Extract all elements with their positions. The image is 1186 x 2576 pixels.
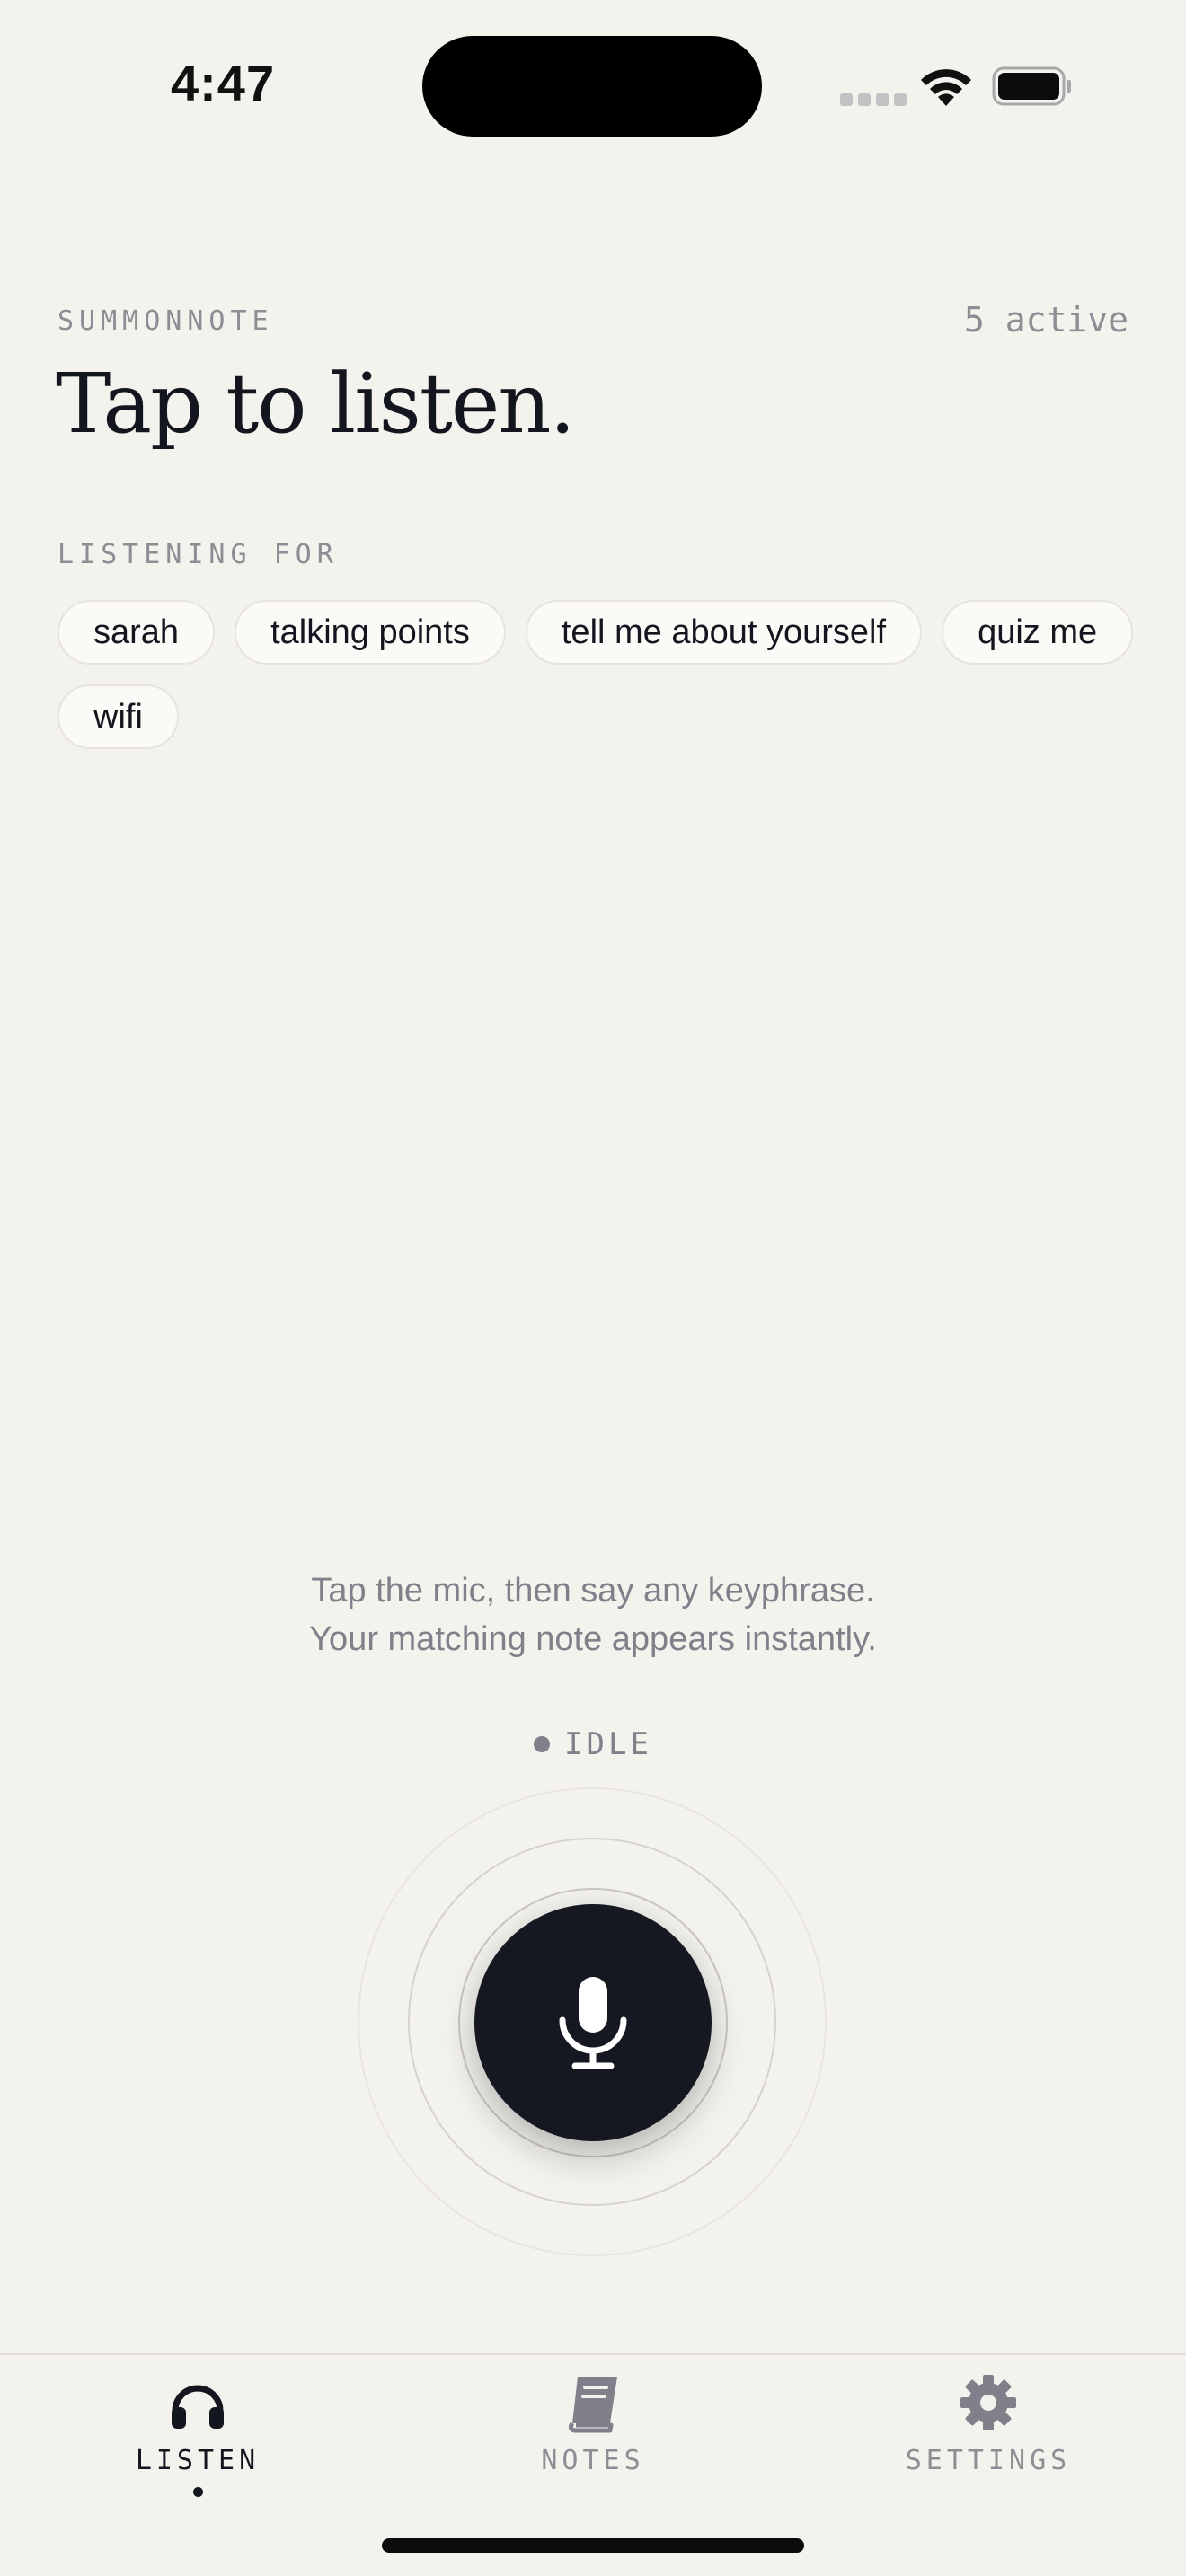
microphone-icon <box>559 1977 627 2069</box>
battery-icon <box>992 66 1071 106</box>
mic-button[interactable] <box>474 1904 712 2141</box>
keyphrase-chip[interactable]: wifi <box>58 684 179 749</box>
cellular-signal-icon <box>840 93 907 106</box>
dynamic-island <box>422 36 762 137</box>
book-icon <box>568 2377 617 2433</box>
keyphrase-chip[interactable]: talking points <box>235 600 506 665</box>
page-title: Tap to listen. <box>56 356 576 452</box>
tab-notes[interactable]: NOTES <box>458 2371 728 2476</box>
keyphrase-chip[interactable]: sarah <box>58 600 216 665</box>
keyphrase-chips: sarah talking points tell me about yours… <box>58 600 1136 749</box>
keyphrase-chip[interactable]: tell me about yourself <box>525 600 923 665</box>
instruction-line-2: Your matching note appears instantly. <box>309 1620 877 1658</box>
headphones-icon <box>172 2385 224 2429</box>
tab-settings[interactable]: SETTINGS <box>854 2371 1123 2476</box>
keyphrase-chip[interactable]: quiz me <box>942 600 1134 665</box>
gear-icon <box>960 2375 1016 2430</box>
listening-state: IDLE <box>0 1726 1186 1762</box>
tab-listen[interactable]: LISTEN <box>63 2371 332 2497</box>
state-dot-icon <box>534 1736 551 1752</box>
status-time: 4:47 <box>171 55 276 111</box>
instruction-line-1: Tap the mic, then say any keyphrase. <box>311 1572 875 1610</box>
home-indicator <box>382 2538 804 2553</box>
app-name: SUMMONNOTE <box>58 305 274 337</box>
tab-label: NOTES <box>541 2445 645 2476</box>
active-keyphrase-count: 5 active <box>963 300 1128 340</box>
tab-label: LISTEN <box>135 2445 261 2476</box>
active-tab-indicator <box>192 2487 203 2497</box>
state-label: IDLE <box>564 1726 652 1762</box>
listening-for-label: LISTENING FOR <box>58 539 339 570</box>
tab-label: SETTINGS <box>905 2445 1072 2476</box>
wifi-icon <box>921 69 971 106</box>
